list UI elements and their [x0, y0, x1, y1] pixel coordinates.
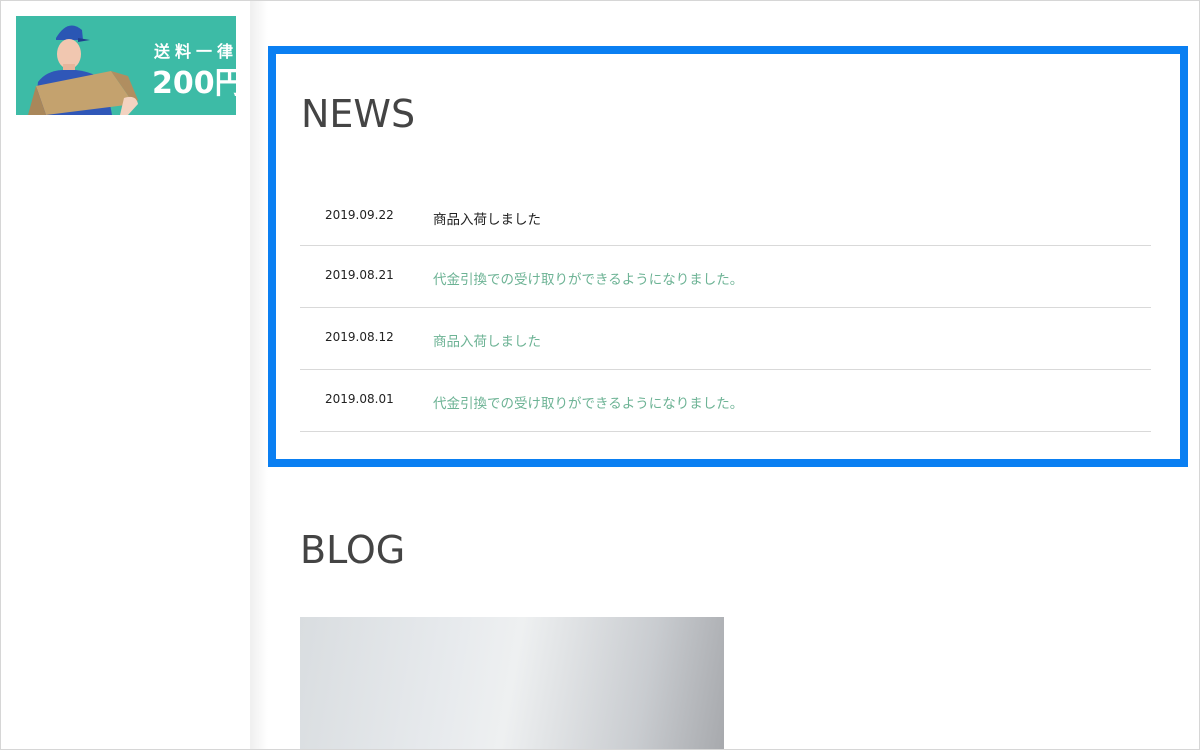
news-item: 2019.08.12 商品入荷しました: [300, 308, 1151, 370]
news-heading: NEWS: [301, 92, 416, 136]
news-date: 2019.08.01: [325, 392, 394, 406]
news-text: 商品入荷しました: [433, 212, 541, 228]
news-link[interactable]: 代金引換での受け取りができるようになりました。: [433, 268, 743, 288]
main-content: NEWS 2019.09.22 商品入荷しました 2019.08.21 代金引換…: [268, 0, 1200, 750]
news-item: 2019.08.21 代金引換での受け取りができるようになりました。: [300, 246, 1151, 308]
news-link[interactable]: 代金引換での受け取りができるようになりました。: [433, 392, 743, 412]
blog-heading: BLOG: [300, 528, 406, 572]
shipping-banner[interactable]: 送料一律 200円: [16, 16, 236, 115]
blog-thumbnail[interactable]: [300, 617, 724, 750]
news-date: 2019.08.21: [325, 268, 394, 282]
banner-text-price: 200円: [152, 66, 236, 101]
news-section: NEWS 2019.09.22 商品入荷しました 2019.08.21 代金引換…: [268, 46, 1188, 467]
news-item: 2019.09.22 商品入荷しました: [300, 198, 1151, 246]
news-list: 2019.09.22 商品入荷しました 2019.08.21 代金引換での受け取…: [300, 198, 1151, 432]
news-link[interactable]: 商品入荷しました: [433, 330, 541, 350]
news-date: 2019.09.22: [325, 208, 394, 222]
sidebar-divider: [250, 0, 268, 750]
news-date: 2019.08.12: [325, 330, 394, 344]
news-item: 2019.08.01 代金引換での受け取りができるようになりました。: [300, 370, 1151, 432]
sidebar: 送料一律 200円: [1, 1, 250, 749]
